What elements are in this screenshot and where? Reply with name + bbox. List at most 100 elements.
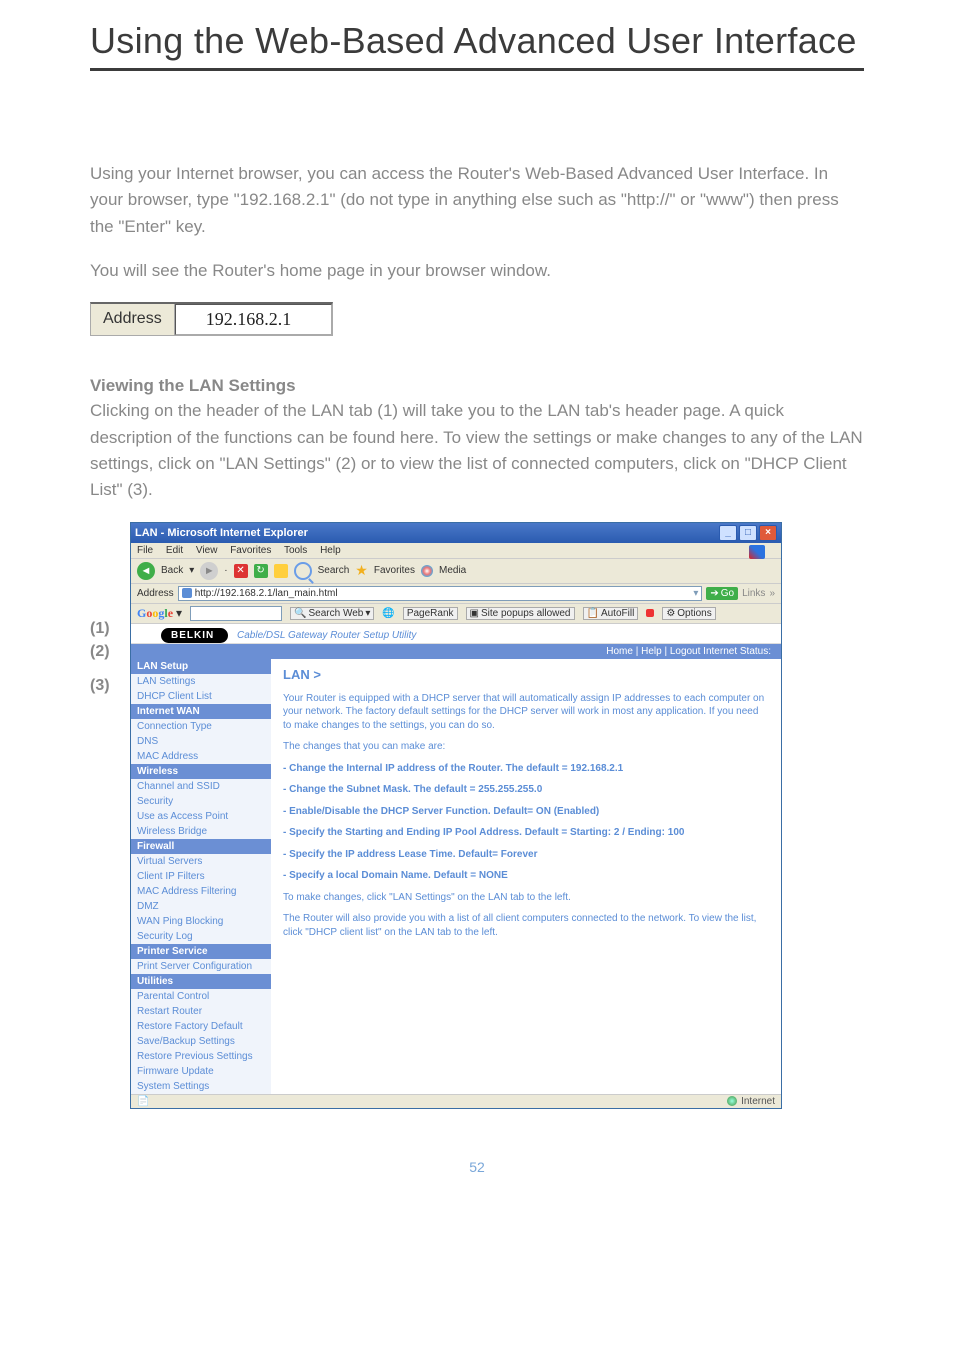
menu-view[interactable]: View (196, 545, 218, 556)
main-bullet-2: - Change the Subnet Mask. The default = … (283, 783, 769, 797)
nav-client-ip-filters[interactable]: Client IP Filters (131, 869, 271, 884)
ie-window-title: LAN - Microsoft Internet Explorer (135, 527, 308, 539)
menu-help[interactable]: Help (320, 545, 341, 556)
router-main: LAN > Your Router is equipped with a DHC… (271, 659, 781, 1094)
nav-dhcp-client-list[interactable]: DHCP Client List (131, 689, 271, 704)
menu-edit[interactable]: Edit (166, 545, 183, 556)
go-button[interactable]: ➔ Go (706, 587, 738, 600)
belkin-subtitle: Cable/DSL Gateway Router Setup Utility (237, 630, 416, 641)
ie-titlebar: LAN - Microsoft Internet Explorer _ □ × (131, 523, 781, 543)
nav-firmware-update[interactable]: Firmware Update (131, 1064, 271, 1079)
nav-cat-wireless[interactable]: Wireless (131, 764, 271, 779)
favorites-label: Favorites (374, 565, 415, 576)
nav-cat-printer[interactable]: Printer Service (131, 944, 271, 959)
media-icon[interactable] (421, 565, 433, 577)
search-label: Search (318, 565, 350, 576)
menu-tools[interactable]: Tools (284, 545, 307, 556)
callout-column: (1) (2) (3) (90, 522, 128, 697)
main-bullet-3: - Enable/Disable the DHCP Server Functio… (283, 805, 769, 819)
main-bullet-5: - Specify the IP address Lease Time. Def… (283, 848, 769, 862)
nav-mac-filtering[interactable]: MAC Address Filtering (131, 884, 271, 899)
ie-addressbar: Address http://192.168.2.1/lan_main.html… (131, 584, 781, 604)
ie-logo-icon (749, 545, 765, 559)
back-button[interactable]: ◄ (137, 562, 155, 580)
nav-security[interactable]: Security (131, 794, 271, 809)
ie-statusbar: 📄 Internet (131, 1094, 781, 1108)
router-statusbar: Home | Help | Logout Internet Status: (131, 644, 781, 659)
forward-button[interactable]: ► (200, 562, 218, 580)
nav-channel-ssid[interactable]: Channel and SSID (131, 779, 271, 794)
links-label[interactable]: Links (742, 588, 765, 599)
google-pagerank[interactable]: PageRank (403, 607, 458, 620)
nav-lan-settings[interactable]: LAN Settings (131, 674, 271, 689)
nav-save-backup[interactable]: Save/Backup Settings (131, 1034, 271, 1049)
google-news-icon[interactable]: 🌐 (382, 608, 394, 619)
nav-dns[interactable]: DNS (131, 734, 271, 749)
address-value[interactable]: 192.168.2.1 (175, 304, 333, 335)
nav-cat-utilities[interactable]: Utilities (131, 974, 271, 989)
google-autofill[interactable]: 📋 AutoFill (583, 607, 639, 620)
main-p4: The Router will also provide you with a … (283, 912, 769, 939)
favicon-icon (182, 588, 192, 598)
router-nav: LAN Setup LAN Settings DHCP Client List … (131, 659, 271, 1094)
nav-restore-previous[interactable]: Restore Previous Settings (131, 1049, 271, 1064)
main-bullet-1: - Change the Internal IP address of the … (283, 762, 769, 776)
maximize-button[interactable]: □ (739, 525, 757, 541)
back-label: Back (161, 565, 183, 576)
intro-paragraph-2: You will see the Router's home page in y… (90, 258, 864, 284)
address-bar-figure: Address 192.168.2.1 (90, 302, 864, 336)
nav-dmz[interactable]: DMZ (131, 899, 271, 914)
google-logo[interactable]: Google ▾ (137, 606, 182, 621)
nav-mac-address[interactable]: MAC Address (131, 749, 271, 764)
main-bullet-6: - Specify a local Domain Name. Default =… (283, 869, 769, 883)
nav-restart-router[interactable]: Restart Router (131, 1004, 271, 1019)
callout-1: (1) (90, 620, 128, 636)
close-button[interactable]: × (759, 525, 777, 541)
section-heading: Viewing the LAN Settings (90, 376, 864, 396)
router-status-links[interactable]: Home | Help | Logout Internet Status: (606, 646, 771, 657)
main-heading: LAN > (283, 667, 769, 682)
google-search-web-button[interactable]: 🔍 Search Web ▾ (290, 607, 374, 620)
nav-parental-control[interactable]: Parental Control (131, 989, 271, 1004)
menu-favorites[interactable]: Favorites (230, 545, 271, 556)
main-p1: Your Router is equipped with a DHCP serv… (283, 692, 769, 733)
home-button[interactable] (274, 564, 288, 578)
addressbar-url: http://192.168.2.1/lan_main.html (195, 588, 338, 599)
page-number: 52 (90, 1159, 864, 1175)
nav-connection-type[interactable]: Connection Type (131, 719, 271, 734)
nav-wan-ping[interactable]: WAN Ping Blocking (131, 914, 271, 929)
main-p3: To make changes, click "LAN Settings" on… (283, 891, 769, 905)
ie-toolbar: ◄ Back ▾ ► · ✕ ↻ Search ★ Favorites Medi… (131, 559, 781, 584)
page-title: Using the Web-Based Advanced User Interf… (90, 20, 864, 71)
main-p2: The changes that you can make are: (283, 740, 769, 754)
nav-wireless-bridge[interactable]: Wireless Bridge (131, 824, 271, 839)
nav-use-as-ap[interactable]: Use as Access Point (131, 809, 271, 824)
belkin-header: BELKIN Cable/DSL Gateway Router Setup Ut… (131, 624, 781, 644)
stop-button[interactable]: ✕ (234, 564, 248, 578)
ie-status-icon: 📄 (137, 1096, 149, 1107)
nav-print-server-cfg[interactable]: Print Server Configuration (131, 959, 271, 974)
addressbar-input[interactable]: http://192.168.2.1/lan_main.html ▾ (178, 586, 703, 601)
nav-cat-lan-setup[interactable]: LAN Setup (131, 659, 271, 674)
google-options[interactable]: ⚙ Options (662, 607, 715, 620)
nav-cat-internet-wan[interactable]: Internet WAN (131, 704, 271, 719)
nav-restore-factory[interactable]: Restore Factory Default (131, 1019, 271, 1034)
addressbar-label: Address (137, 588, 174, 599)
google-popups[interactable]: ▣ Site popups allowed (466, 607, 575, 620)
favorites-icon[interactable]: ★ (355, 562, 368, 579)
internet-zone-icon (727, 1096, 737, 1106)
minimize-button[interactable]: _ (719, 525, 737, 541)
google-search-input[interactable] (190, 606, 282, 621)
internet-zone-label: Internet (741, 1096, 775, 1107)
main-bullet-4: - Specify the Starting and Ending IP Poo… (283, 826, 769, 840)
nav-cat-firewall[interactable]: Firewall (131, 839, 271, 854)
menu-file[interactable]: File (137, 545, 153, 556)
google-status-icon (646, 609, 654, 617)
nav-security-log[interactable]: Security Log (131, 929, 271, 944)
google-toolbar: Google ▾ 🔍 Search Web ▾ 🌐 PageRank ▣ Sit… (131, 604, 781, 624)
nav-virtual-servers[interactable]: Virtual Servers (131, 854, 271, 869)
nav-system-settings[interactable]: System Settings (131, 1079, 271, 1094)
ie-menubar: File Edit View Favorites Tools Help (131, 543, 781, 559)
refresh-button[interactable]: ↻ (254, 564, 268, 578)
search-icon[interactable] (294, 562, 312, 580)
